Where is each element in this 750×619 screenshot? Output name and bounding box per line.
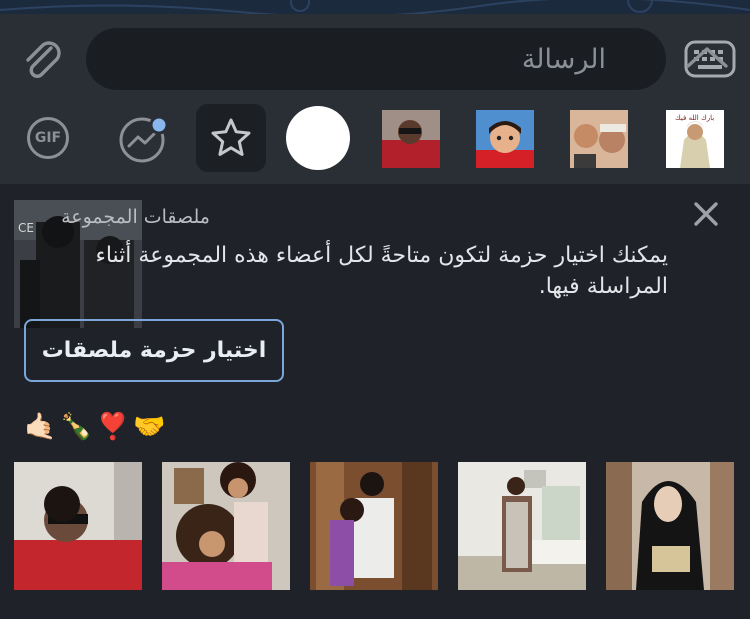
gif-grid (14, 462, 736, 590)
trending-icon (119, 115, 169, 163)
recent-emoji-row[interactable]: 🤙🏻🍾❣️🤝 (24, 412, 170, 442)
gif-icon: GIF (27, 117, 69, 159)
sticker-pack-1[interactable] (382, 110, 440, 168)
gif-item[interactable] (310, 462, 438, 590)
star-icon (211, 118, 251, 156)
group-avatar (286, 106, 350, 170)
close-icon[interactable] (690, 198, 722, 230)
panel-description: يمكنك اختيار حزمة لتكون متاحةً لكل أعضاء… (95, 243, 669, 299)
sticker-pack-3[interactable] (570, 110, 628, 168)
sticker-tabs: GIF بارك الله فيك (0, 104, 750, 184)
choose-sticker-pack-button[interactable]: اختيار حزمة ملصقات (24, 319, 284, 382)
panel-title: ملصقات المجموعة (61, 206, 210, 228)
gif-item[interactable] (14, 462, 142, 590)
chat-wallpaper (0, 0, 750, 14)
sticker-panel: CE ملصقات المجموعة يمكنك اختيار حزمة لتك… (0, 184, 750, 619)
sticker-pack-2[interactable] (476, 110, 534, 168)
sticker-caption: بارك الله فيك (675, 114, 714, 122)
paperclip-icon[interactable] (18, 36, 64, 82)
favorites-tab[interactable] (196, 104, 266, 172)
svg-text:CE: CE (18, 221, 34, 235)
message-input-container[interactable] (86, 28, 736, 90)
gif-item[interactable] (162, 462, 290, 590)
chevron-up-icon[interactable] (684, 38, 730, 78)
trending-tab[interactable] (114, 104, 174, 172)
new-badge (149, 115, 169, 135)
sticker-pack-4[interactable]: بارك الله فيك (666, 110, 724, 168)
gif-tab[interactable]: GIF (20, 104, 76, 172)
gif-item[interactable] (458, 462, 586, 590)
message-composer (0, 14, 750, 104)
message-input[interactable] (106, 28, 606, 90)
group-stickers-tab[interactable] (286, 104, 350, 172)
gif-item[interactable] (606, 462, 734, 590)
